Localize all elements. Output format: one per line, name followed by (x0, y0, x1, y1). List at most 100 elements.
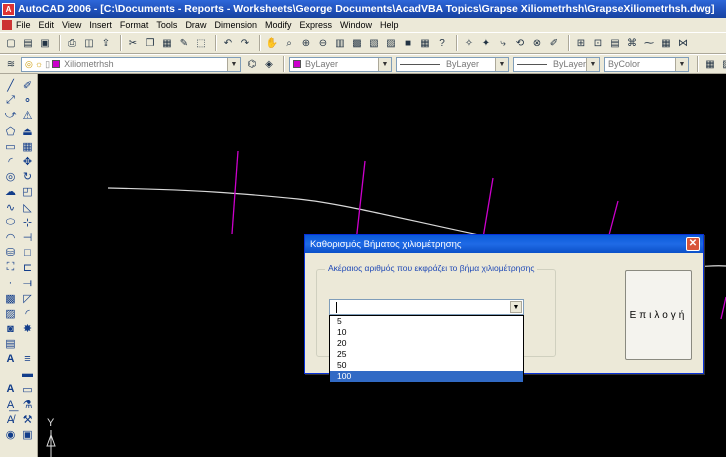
express-tool-icon[interactable]: ⊞ (574, 36, 588, 50)
text-fit-icon[interactable]: A͟ (2, 397, 19, 412)
gradient-icon[interactable]: ▨ (2, 306, 19, 321)
document-icon[interactable] (2, 20, 12, 30)
menu-window[interactable]: Window (340, 20, 372, 30)
express-tool-icon[interactable]: ▦ (659, 36, 673, 50)
menu-edit[interactable]: Edit (39, 20, 55, 30)
join-icon[interactable]: ⟞ (19, 275, 36, 290)
copy-object-icon[interactable]: ⚬ (19, 93, 36, 108)
copy-icon[interactable]: ❐ (143, 36, 157, 50)
select-button[interactable]: Επιλογή (625, 270, 692, 360)
help-icon[interactable]: ? (435, 36, 449, 50)
ellipse-arc-icon[interactable]: ◠ (2, 230, 19, 245)
dropdown-option[interactable]: 5 (330, 316, 523, 327)
make-current-layer-icon[interactable]: ⌬ (245, 57, 259, 71)
express-tool-icon[interactable]: ⚒ (19, 412, 36, 427)
dropdown-option-selected[interactable]: 100 (330, 371, 523, 382)
fillet-icon[interactable]: ◜ (19, 306, 36, 321)
window-titlebar[interactable]: A AutoCAD 2006 - [C:\Documents - Reports… (0, 0, 726, 18)
express-layer-icon[interactable]: ▦ (703, 57, 717, 71)
dropdown-option[interactable]: 25 (330, 349, 523, 360)
plot-preview-icon[interactable]: ◫ (82, 36, 96, 50)
express-layer-icon[interactable]: ▨ (720, 57, 726, 71)
zoom-previous-icon[interactable]: ⊖ (316, 36, 330, 50)
design-center-icon[interactable]: ▩ (350, 36, 364, 50)
make-block-icon[interactable]: ⛶ (2, 260, 19, 275)
express-tool-icon[interactable]: ⌘ (625, 36, 639, 50)
undo-icon[interactable]: ↶ (221, 36, 235, 50)
revcloud-icon[interactable]: ☁ (2, 184, 19, 199)
express-tool-icon[interactable]: ✦ (479, 36, 493, 50)
table-icon[interactable]: ▤ (2, 336, 19, 351)
express-tool-icon[interactable]: ⤷ (496, 36, 510, 50)
region-icon[interactable]: ◙ (2, 321, 19, 336)
array-icon[interactable]: ▦ (19, 139, 36, 154)
chevron-down-icon[interactable]: ▼ (510, 301, 522, 313)
menu-dimension[interactable]: Dimension (214, 20, 257, 30)
break-icon[interactable]: ⊏ (19, 260, 36, 275)
stretch-icon[interactable]: ◺ (19, 200, 36, 215)
express-tool-icon[interactable]: ⟲ (513, 36, 527, 50)
menu-help[interactable]: Help (380, 20, 399, 30)
polyline-icon[interactable]: ⤻ (2, 108, 19, 123)
trim-icon[interactable]: ⊹ (19, 215, 36, 230)
express-tool-icon[interactable]: ⊗ (530, 36, 544, 50)
menu-draw[interactable]: Draw (185, 20, 206, 30)
menu-insert[interactable]: Insert (89, 20, 112, 30)
dropdown-option[interactable]: 10 (330, 327, 523, 338)
plot-icon[interactable]: ⎙ (65, 36, 79, 50)
express-tool-icon[interactable]: ✧ (462, 36, 476, 50)
express-modify-icon[interactable]: ▭ (19, 382, 36, 397)
express-tool-icon[interactable]: ▣ (19, 427, 36, 442)
polygon-icon[interactable]: ⬠ (2, 124, 19, 139)
redo-icon[interactable]: ↷ (238, 36, 252, 50)
block-editor-icon[interactable]: ⬚ (194, 36, 208, 50)
layer-previous-icon[interactable]: ◈ (262, 57, 276, 71)
lineweight-combo[interactable]: ByLayer ▼ (513, 56, 600, 72)
menu-modify[interactable]: Modify (265, 20, 292, 30)
zoom-text-icon[interactable]: ◉ (2, 427, 19, 442)
zoom-window-icon[interactable]: ⊕ (299, 36, 313, 50)
linetype-combo[interactable]: ByLayer ▼ (396, 56, 509, 72)
erase-icon[interactable]: ✐ (19, 78, 36, 93)
express-tool-icon[interactable]: ▤ (608, 36, 622, 50)
chevron-down-icon[interactable]: ▼ (586, 57, 599, 71)
spline-icon[interactable]: ∿ (2, 200, 19, 215)
publish-icon[interactable]: ⇪ (99, 36, 113, 50)
pan-icon[interactable]: ✋ (265, 36, 279, 50)
properties-icon[interactable]: ▥ (333, 36, 347, 50)
chevron-down-icon[interactable]: ▼ (675, 57, 688, 71)
express-tool-icon[interactable]: ⁓ (642, 36, 656, 50)
menu-tools[interactable]: Tools (156, 20, 177, 30)
rotate-icon[interactable]: ↻ (19, 169, 36, 184)
move-icon[interactable]: ✥ (19, 154, 36, 169)
offset-icon[interactable]: ⏏ (19, 124, 36, 139)
express-tool-icon[interactable]: ⊡ (591, 36, 605, 50)
chamfer-icon[interactable]: ◸ (19, 291, 36, 306)
plotstyle-combo[interactable]: ByColor ▼ (604, 56, 689, 72)
chevron-down-icon[interactable]: ▼ (495, 57, 508, 71)
sheet-set-icon[interactable]: ▨ (384, 36, 398, 50)
menu-file[interactable]: File (16, 20, 31, 30)
match-properties-icon[interactable]: ✎ (177, 36, 191, 50)
text-icon[interactable]: A (2, 382, 19, 397)
tool-palettes-icon[interactable]: ▧ (367, 36, 381, 50)
circle-icon[interactable]: ◎ (2, 169, 19, 184)
zoom-realtime-icon[interactable]: ⌕ (282, 36, 296, 50)
autocad-app-icon[interactable]: A (2, 2, 15, 16)
menu-format[interactable]: Format (120, 20, 149, 30)
text-mask-icon[interactable]: A̸ (2, 412, 19, 427)
cut-icon[interactable]: ✂ (126, 36, 140, 50)
menu-view[interactable]: View (62, 20, 81, 30)
markup-icon[interactable]: ■ (401, 36, 415, 50)
express-tool-icon[interactable]: ⚗ (19, 397, 36, 412)
layer-manager-icon[interactable]: ≋ (4, 57, 18, 71)
calculator-icon[interactable]: ▦ (418, 36, 432, 50)
express-tool-icon[interactable]: ⋈ (676, 36, 690, 50)
point-icon[interactable]: · (2, 275, 19, 290)
dropdown-option[interactable]: 50 (330, 360, 523, 371)
construction-line-icon[interactable]: ⤢ (2, 93, 19, 108)
explode-icon[interactable]: ✸ (19, 321, 36, 336)
break-point-icon[interactable]: □ (19, 245, 36, 260)
dropdown-option[interactable]: 20 (330, 338, 523, 349)
express-text-icon[interactable]: ≡ (19, 351, 36, 366)
